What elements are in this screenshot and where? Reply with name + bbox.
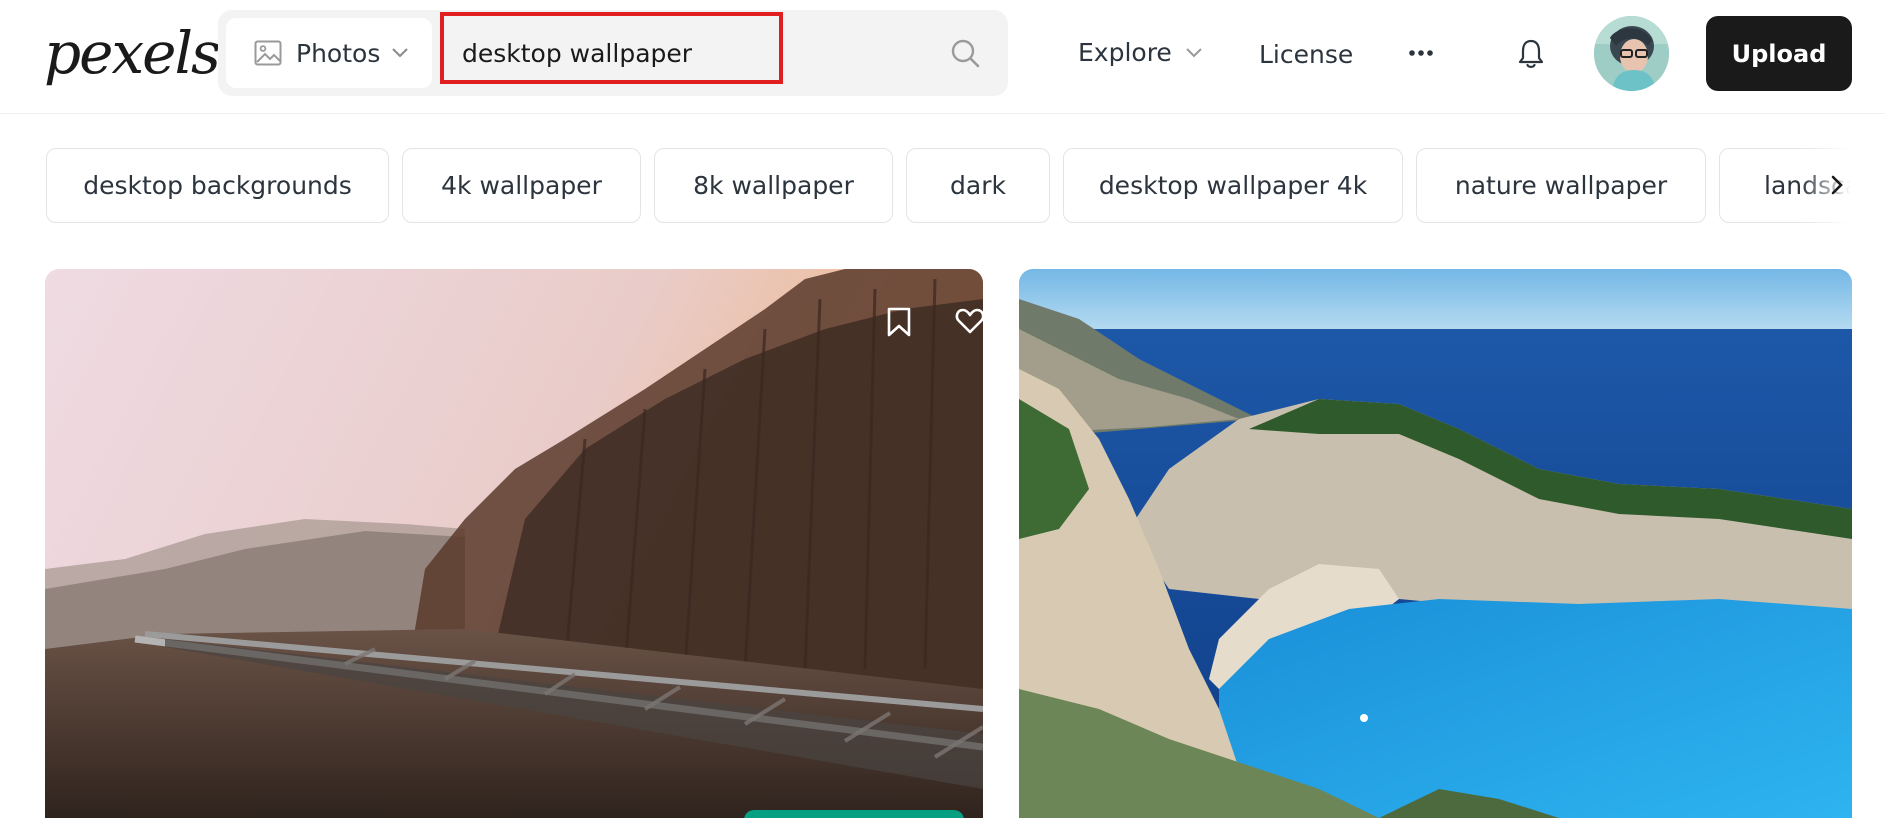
nav-explore[interactable]: Explore <box>1078 38 1204 67</box>
user-avatar[interactable] <box>1594 16 1669 91</box>
related-searches: desktop backgrounds 4k wallpaper 8k wall… <box>46 148 1885 224</box>
chip-8k-wallpaper[interactable]: 8k wallpaper <box>654 148 893 223</box>
nav-license[interactable]: License <box>1259 40 1353 69</box>
heart-icon[interactable] <box>955 306 985 336</box>
chip-desktop-wallpaper-4k[interactable]: desktop wallpaper 4k <box>1063 148 1403 223</box>
avatar-image <box>1594 16 1669 91</box>
search-input-wrapper <box>442 10 1002 96</box>
image-icon <box>254 40 282 66</box>
more-dots-icon[interactable] <box>1406 38 1436 68</box>
chip-4k-wallpaper[interactable]: 4k wallpaper <box>402 148 641 223</box>
bell-icon[interactable] <box>1516 38 1546 70</box>
chip-nature-wallpaper[interactable]: nature wallpaper <box>1416 148 1706 223</box>
search-bar: Photos <box>218 10 1008 96</box>
pexels-logo[interactable]: pexels <box>44 18 221 88</box>
search-type-label: Photos <box>296 38 381 68</box>
search-type-dropdown[interactable]: Photos <box>226 18 432 88</box>
railway-forest-photo <box>45 269 983 818</box>
photo-card-railway[interactable] <box>45 269 983 818</box>
chevron-down-icon <box>1186 47 1202 57</box>
chip-landscape[interactable]: landscape <box>1719 148 1885 223</box>
download-button-peek[interactable] <box>744 810 964 818</box>
chip-dark[interactable]: dark <box>906 148 1050 223</box>
search-input[interactable] <box>462 10 902 96</box>
nav-explore-label: Explore <box>1078 38 1172 67</box>
bookmark-icon[interactable] <box>886 306 912 338</box>
beach-cove-photo <box>1019 269 1852 818</box>
search-icon[interactable] <box>950 38 980 68</box>
chip-desktop-backgrounds[interactable]: desktop backgrounds <box>46 148 389 223</box>
top-header: pexels Photos Explore License <box>0 0 1885 114</box>
photo-card-navagio-beach[interactable] <box>1019 269 1852 818</box>
chevron-down-icon <box>392 48 408 58</box>
upload-button[interactable]: Upload <box>1706 16 1852 91</box>
chevron-right-icon[interactable] <box>1822 170 1852 200</box>
